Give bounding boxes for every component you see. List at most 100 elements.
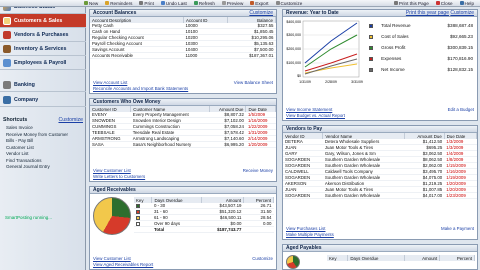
panel-title: Aged Receivables [93,187,136,193]
sidebar-item-label: Customers & Sales [14,17,63,24]
refresh-button-label: Refresh [198,0,215,6]
write-letters-link[interactable]: Write Letters to Customers [93,174,273,180]
print-year-link[interactable]: Print this year page [406,10,449,16]
column-header: Percent [439,255,475,261]
receive-money-link[interactable]: Receive Money [243,168,273,174]
table-row[interactable]: SASA Sasa's Neighborhood Nursery $6,995.20… [90,141,276,149]
cell: Total [151,226,202,234]
sidebar-item-label: Inventory & Services [14,45,67,52]
company-icon [3,95,11,104]
print-page-button[interactable]: Print this Page [392,0,431,6]
cell: $187,743.77 [201,226,244,234]
view-balance-sheet-link[interactable]: View Balance Sheet [234,80,273,86]
revenue-legend-table: Total Revenue $388,687.48 Cost of Sales $9… [367,20,475,75]
sidebar-item-employees-payroll[interactable]: Employees & Payroll [0,56,86,70]
revenue-line-chart: $0 $100,000 $200,000 $300,000 $400,000 1… [286,20,363,84]
reconcile-accounts-link[interactable]: Reconcile Accounts and Import Bank State… [93,86,273,92]
table-row[interactable]: Accounts Receivable 11000 $187,367.01 [90,52,276,60]
x-tick-label: 3/31/09 [351,80,363,84]
total-row: Total $187,743.77 [134,226,274,234]
vendors-icon [3,30,11,39]
customers-icon [3,16,11,25]
cell: SOGARDEN [283,192,323,200]
legend-swatch [369,34,373,39]
inventory-icon [3,44,11,53]
table-row[interactable]: Cost of Sales $92,665.23 [367,31,475,42]
cell: $92,665.23 [450,34,473,39]
aged-payables-table: Key Days Overdue Amount Percent [327,255,475,261]
print-page-label: Print this Page [398,0,429,6]
shortcuts-customize-link[interactable]: Customize [58,117,83,123]
gear-icon [275,1,280,5]
print-icon [139,1,144,5]
table-row[interactable]: Expenses $170,816.90 [367,53,475,64]
cell: $170,816.90 [447,56,473,61]
customize-link[interactable]: Customize [249,10,273,16]
customize-button-label: Customize [280,0,303,6]
reminders-button[interactable]: Reminders [103,0,134,6]
refresh-button[interactable]: Refresh [192,0,217,6]
legend-swatch [369,23,373,28]
cell: Total Revenue [381,23,411,28]
preview-button[interactable]: Preview [220,0,245,6]
cell: Net Income [381,67,405,72]
undo-icon [160,1,165,5]
cell: $128,832.15 [447,67,473,72]
aged-receivables-table: Key Days Overdue Amount Percent 0 - 30 $4… [134,197,274,234]
edit-budget-link[interactable]: Edit a Budget [448,107,474,113]
column-header: Amount [404,255,441,261]
customize-button[interactable]: Customize [274,0,305,6]
legend-swatch [369,56,373,61]
undo-button[interactable]: Undo Last [159,0,189,6]
view-budget-report-link[interactable]: View Budget vs. Actual Report [286,113,474,119]
legend-swatch [136,210,140,214]
new-button-label: New [89,0,99,6]
customize-link[interactable]: Customize [450,10,474,16]
legend-swatch [136,216,140,220]
cell: Southern Garden Wholesale [322,192,405,200]
make-multiple-payments-link[interactable]: Make Multiple Payments [286,232,474,238]
main-content: Account Balances Customize Account Descri… [86,8,480,270]
legend-swatch [136,204,140,208]
table-row[interactable]: SOGARDEN Southern Garden Wholesale $4,017.… [283,192,477,200]
preview-button-label: Preview [226,0,244,6]
smartposting-status[interactable]: SmartPosting running... [5,215,52,220]
cell: $388,687.48 [447,23,473,28]
shortcut-item[interactable]: General Journal Entry [3,164,83,171]
customize-link[interactable]: Customize [252,256,273,262]
help-icon [459,1,464,5]
print-button[interactable]: Print [137,0,155,6]
sidebar-item-company[interactable]: Company [0,93,86,107]
sidebar-item-vendors-purchases[interactable]: Vendors & Purchases [0,28,86,42]
y-tick-label: $100,000 [286,61,301,65]
cell: Expenses [381,56,402,61]
table-row[interactable]: Net Income $128,832.15 [367,64,475,75]
close-button[interactable]: Close [434,0,455,6]
new-button[interactable]: New [82,0,100,6]
make-payment-link[interactable]: Make a Payment [441,226,474,232]
column-header: Days Overdue [347,255,406,261]
export-button[interactable]: Export [248,0,270,6]
cell: Accounts Receivable [90,52,184,60]
view-aged-receivables-link[interactable]: View Aged Receivables Report [93,262,273,268]
shortcuts-panel: Shortcuts Customize Sales Invoice Receiv… [3,117,83,171]
cell: $6,995.20 [209,141,246,149]
bell-icon [105,1,110,5]
legend-swatch [136,222,140,226]
customers-owe-money-panel: Customers Who Owe Money Customer ID Cust… [89,98,277,182]
cell: Sasa's Neighborhood Nursery [130,141,210,149]
sidebar-item-banking[interactable]: Banking [0,78,86,92]
help-button[interactable]: Help [458,0,476,6]
reminders-button-label: Reminders [110,0,133,6]
panel-title: Revenue: Year to Date [286,10,339,16]
sidebar-item-inventory-services[interactable]: Inventory & Services [0,42,86,56]
new-icon [84,1,88,5]
cell: $187,367.01 [227,52,276,60]
cell: Gross Profit [381,45,406,50]
close-icon [435,1,440,5]
help-label: Help [464,0,474,6]
table-row[interactable]: Gross Profit $300,839.15 [367,42,475,53]
x-tick-label: 1/31/09 [299,80,311,84]
sidebar-item-customers-sales[interactable]: Customers & Sales [0,14,86,28]
table-row[interactable]: Total Revenue $388,687.48 [367,20,475,31]
